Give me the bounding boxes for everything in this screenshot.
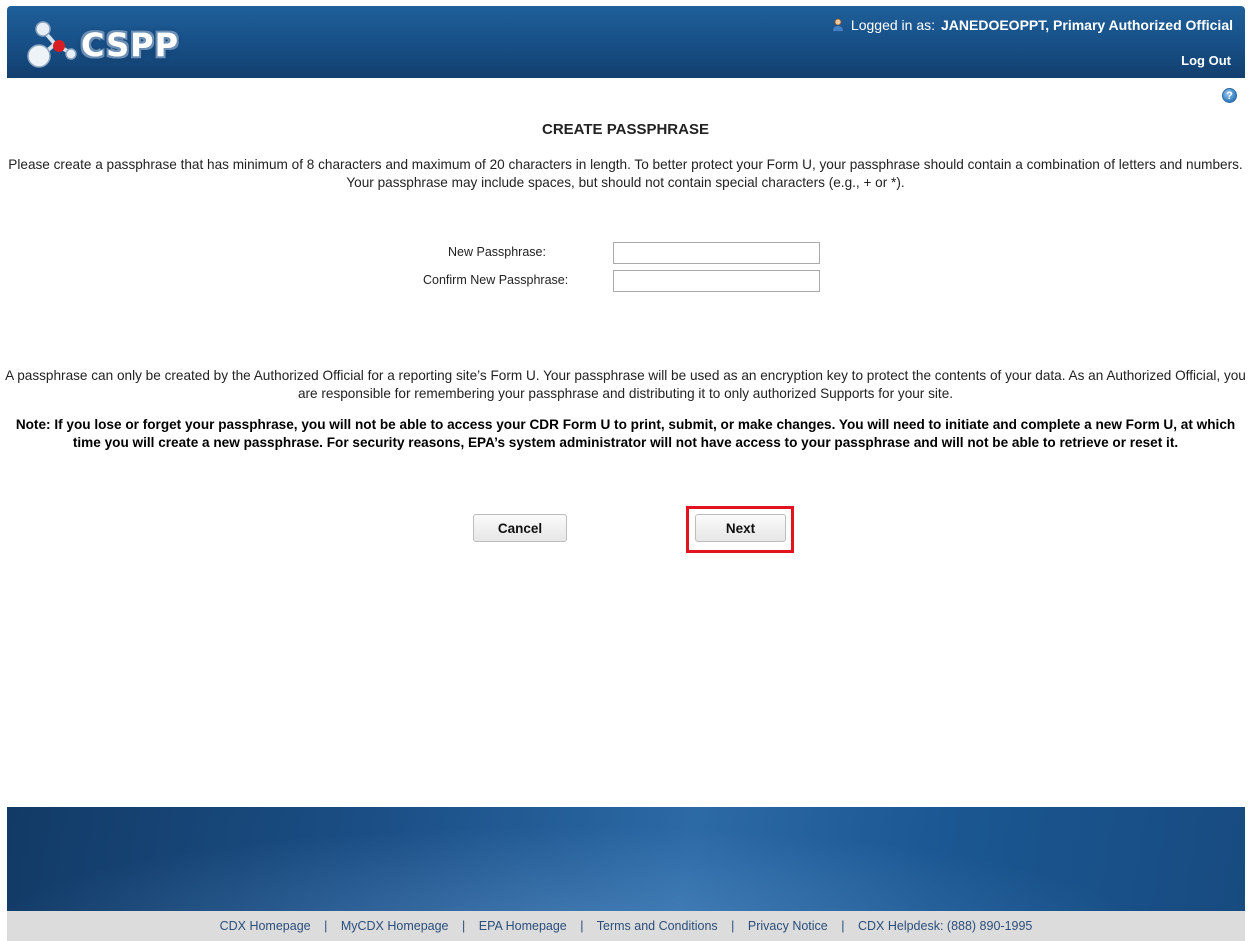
- footer-link-terms[interactable]: Terms and Conditions: [597, 919, 718, 933]
- footer-link-mycdx-homepage[interactable]: MyCDX Homepage: [341, 919, 449, 933]
- logged-in-user: JANEDOEOPPT, Primary Authorized Official: [941, 17, 1233, 33]
- cspp-logo-icon: [27, 21, 77, 68]
- footer-separator: |: [731, 919, 735, 933]
- confirm-passphrase-input[interactable]: [613, 270, 820, 292]
- footer-banner: [7, 807, 1245, 911]
- footer-separator: |: [324, 919, 328, 933]
- new-passphrase-label: New Passphrase:: [448, 245, 546, 259]
- logged-in-status: Logged in as: JANEDOEOPPT, Primary Autho…: [831, 17, 1233, 33]
- footer-link-helpdesk[interactable]: CDX Helpdesk: (888) 890-1995: [858, 919, 1032, 933]
- logout-link[interactable]: Log Out: [1181, 53, 1231, 68]
- logo-text: CSPP: [81, 26, 180, 64]
- user-icon: [832, 18, 844, 32]
- footer-link-epa-homepage[interactable]: EPA Homepage: [479, 919, 567, 933]
- passphrase-warning-note: Note: If you lose or forget your passphr…: [15, 417, 1236, 450]
- logged-in-prefix: Logged in as:: [850, 17, 935, 33]
- app-header: CSPP Logged in as: JANEDOEOPPT, Primary …: [7, 6, 1245, 78]
- footer-link-privacy[interactable]: Privacy Notice: [748, 919, 828, 933]
- footer-link-cdx-homepage[interactable]: CDX Homepage: [220, 919, 311, 933]
- intro-text: Please create a passphrase that has mini…: [8, 157, 1243, 190]
- cancel-button[interactable]: Cancel: [473, 514, 567, 542]
- footer-separator: |: [580, 919, 584, 933]
- footer-separator: |: [841, 919, 845, 933]
- footer-separator: |: [462, 919, 466, 933]
- passphrase-info-text: A passphrase can only be created by the …: [5, 368, 1246, 401]
- page-title: CREATE PASSPHRASE: [542, 121, 709, 138]
- next-button[interactable]: Next: [695, 514, 786, 542]
- footer-links: CDX Homepage | MyCDX Homepage | EPA Home…: [7, 911, 1245, 941]
- help-icon[interactable]: ?: [1222, 88, 1237, 103]
- cspp-logo: CSPP: [25, 18, 215, 70]
- confirm-passphrase-label: Confirm New Passphrase:: [423, 273, 569, 287]
- new-passphrase-input[interactable]: [613, 242, 820, 264]
